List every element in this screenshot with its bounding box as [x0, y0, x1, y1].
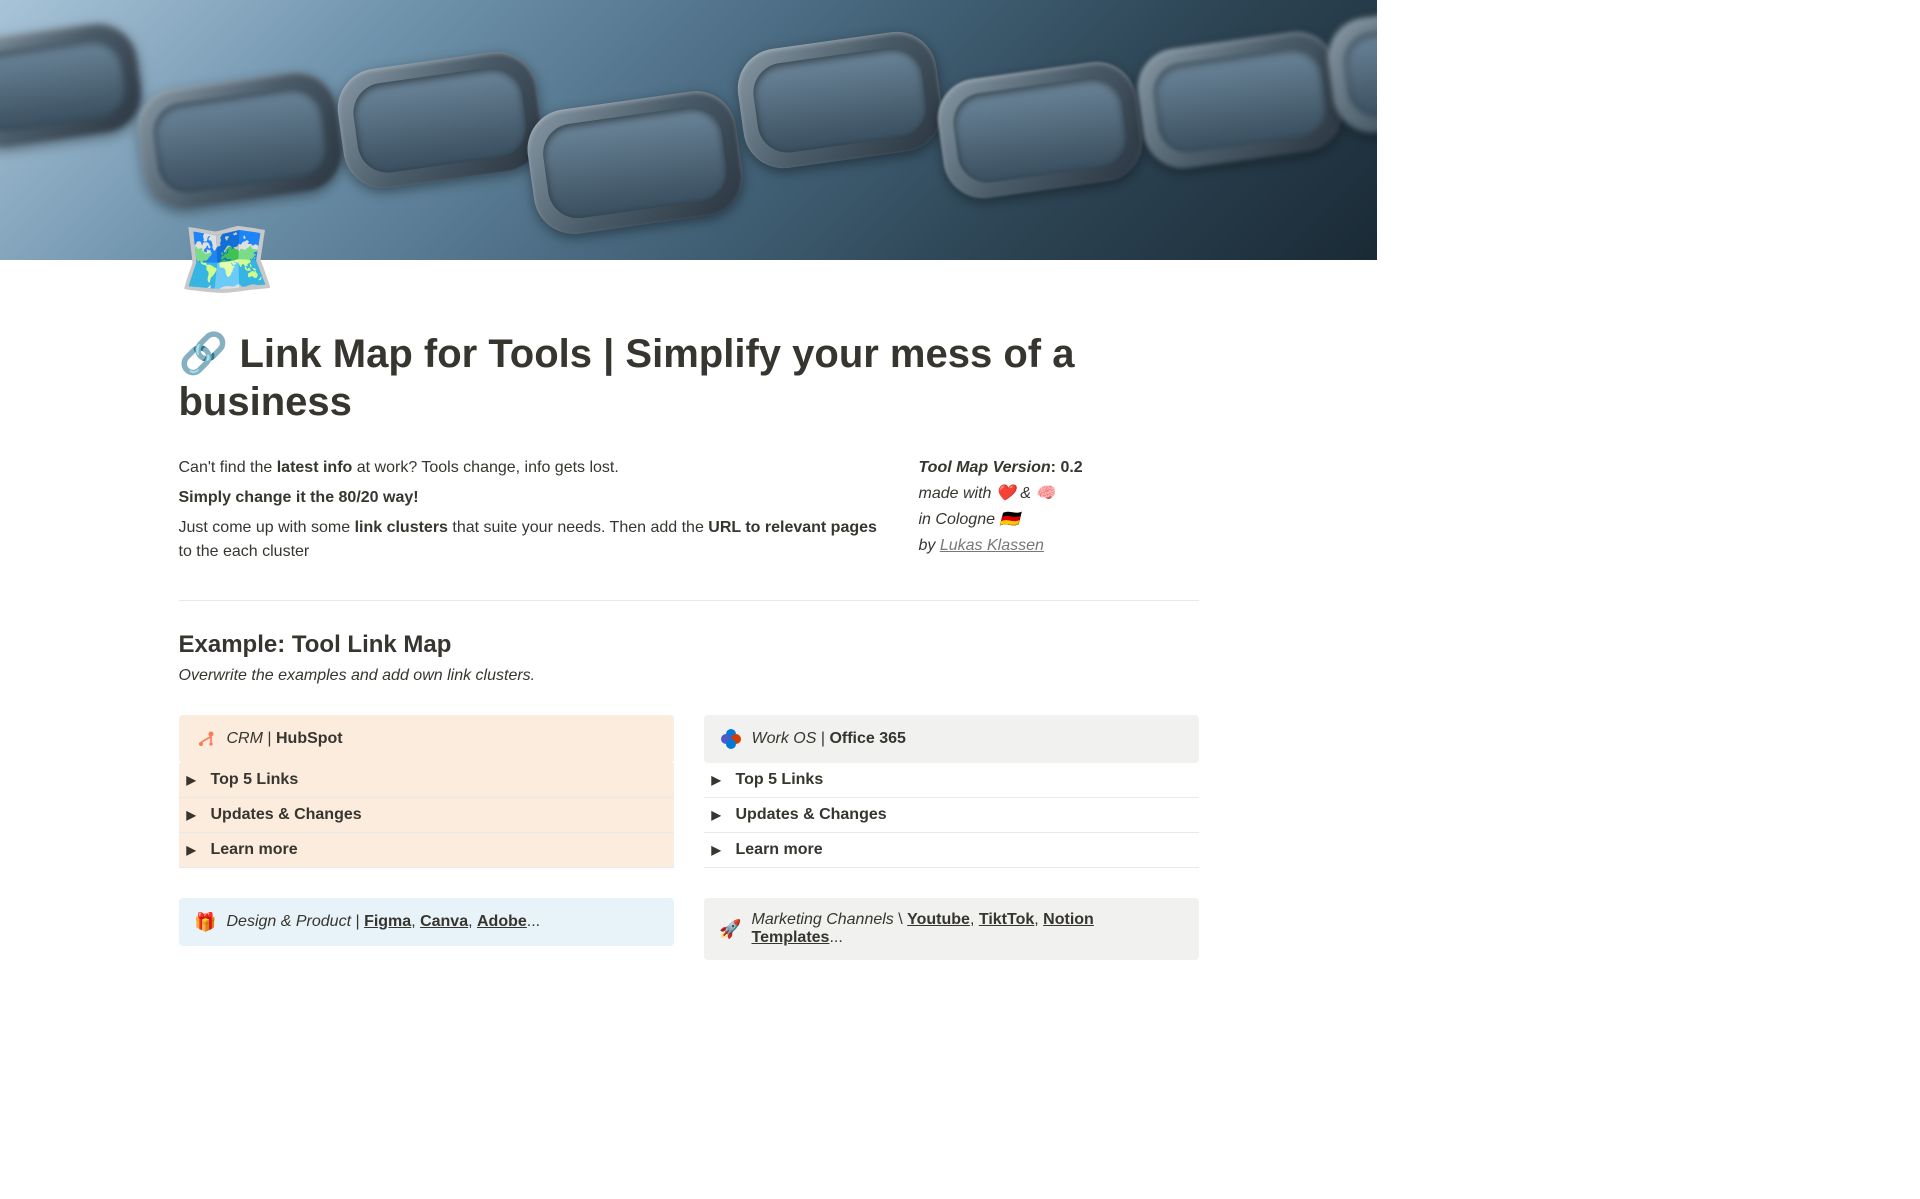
marketing-link-youtube[interactable]: Youtube — [907, 911, 970, 928]
page-icon[interactable]: 🗺️ — [179, 220, 276, 298]
chevron-right-icon: ▶ — [712, 843, 728, 857]
toggle-crm-updates[interactable]: ▶ Updates & Changes — [179, 798, 674, 833]
intro-line3-mid: that suite your needs. Then add the — [448, 519, 708, 536]
intro-text[interactable]: Can't find the latest info at work? Tool… — [179, 456, 879, 570]
intro-line1-post: at work? Tools change, info gets lost. — [352, 459, 619, 476]
cluster-header-design[interactable]: 🎁 Design & Product | Figma, Canva, Adobe… — [179, 898, 674, 946]
intro-line3-bold2: URL to relevant pages — [708, 519, 877, 536]
office365-icon — [720, 728, 742, 750]
chevron-right-icon: ▶ — [187, 843, 203, 857]
design-link-figma[interactable]: Figma — [364, 913, 411, 930]
intro-line2: Simply change it the 80/20 way! — [179, 489, 419, 506]
design-link-canva[interactable]: Canva — [420, 913, 468, 930]
intro-line1-bold: latest info — [277, 459, 353, 476]
intro-line3-bold1: link clusters — [355, 519, 448, 536]
toggle-workos-updates[interactable]: ▶ Updates & Changes — [704, 798, 1199, 833]
example-section-title[interactable]: Example: Tool Link Map — [179, 631, 1199, 659]
cluster-category-crm: CRM — [227, 730, 263, 747]
cluster-workos: Work OS | Office 365 ▶ Top 5 Links ▶ Upd… — [704, 715, 1199, 868]
toggle-label: Top 5 Links — [736, 771, 824, 789]
cluster-crm: CRM | HubSpot ▶ Top 5 Links ▶ Updates & … — [179, 715, 674, 868]
title-link-icon: 🔗 — [179, 332, 229, 376]
toggle-label: Updates & Changes — [211, 806, 362, 824]
divider — [179, 600, 1199, 601]
chevron-right-icon: ▶ — [187, 773, 203, 787]
toggle-label: Updates & Changes — [736, 806, 887, 824]
marketing-ellipsis: ... — [829, 929, 842, 946]
by-label: by — [919, 537, 940, 554]
cluster-category-marketing: Marketing Channels — [752, 911, 894, 928]
version-value: 0.2 — [1060, 459, 1082, 476]
rocket-icon: 🚀 — [720, 918, 742, 940]
chevron-right-icon: ▶ — [712, 773, 728, 787]
intro-line3-pre: Just come up with some — [179, 519, 355, 536]
made-with: made with ❤️ & 🧠 — [919, 485, 1056, 502]
toggle-workos-learn[interactable]: ▶ Learn more — [704, 833, 1199, 868]
cluster-header-crm[interactable]: CRM | HubSpot — [179, 715, 674, 763]
cluster-header-workos[interactable]: Work OS | Office 365 — [704, 715, 1199, 763]
chevron-right-icon: ▶ — [187, 808, 203, 822]
design-link-adobe[interactable]: Adobe — [477, 913, 527, 930]
page-title[interactable]: 🔗 Link Map for Tools | Simplify your mes… — [179, 260, 1199, 426]
cluster-name-workos: Office 365 — [829, 730, 905, 747]
version-label: Tool Map Version — [919, 459, 1051, 476]
toggle-crm-learn[interactable]: ▶ Learn more — [179, 833, 674, 868]
cluster-marketing: 🚀 Marketing Channels \ Youtube, TiktTok,… — [704, 898, 1199, 960]
meta-info[interactable]: Tool Map Version: 0.2 made with ❤️ & 🧠 i… — [919, 456, 1199, 570]
cluster-design: 🎁 Design & Product | Figma, Canva, Adobe… — [179, 898, 674, 960]
toggle-label: Top 5 Links — [211, 771, 299, 789]
title-text: Link Map for Tools | Simplify your mess … — [179, 332, 1075, 424]
intro-line3-post: to the each cluster — [179, 543, 310, 560]
gift-icon: 🎁 — [195, 911, 217, 933]
toggle-crm-top5[interactable]: ▶ Top 5 Links — [179, 763, 674, 798]
cluster-category-design: Design & Product — [227, 913, 352, 930]
cluster-name-crm: HubSpot — [276, 730, 343, 747]
author-link[interactable]: Lukas Klassen — [940, 537, 1044, 554]
intro-line1-pre: Can't find the — [179, 459, 277, 476]
cluster-category-workos: Work OS — [752, 730, 817, 747]
toggle-label: Learn more — [211, 841, 298, 859]
chevron-right-icon: ▶ — [712, 808, 728, 822]
toggle-label: Learn more — [736, 841, 823, 859]
location: in Cologne 🇩🇪 — [919, 511, 1020, 528]
hubspot-icon — [195, 728, 217, 750]
example-section-subtitle[interactable]: Overwrite the examples and add own link … — [179, 667, 1199, 685]
design-ellipsis: ... — [527, 913, 540, 930]
toggle-workos-top5[interactable]: ▶ Top 5 Links — [704, 763, 1199, 798]
cluster-header-marketing[interactable]: 🚀 Marketing Channels \ Youtube, TiktTok,… — [704, 898, 1199, 960]
marketing-link-tiktok[interactable]: TiktTok — [979, 911, 1034, 928]
